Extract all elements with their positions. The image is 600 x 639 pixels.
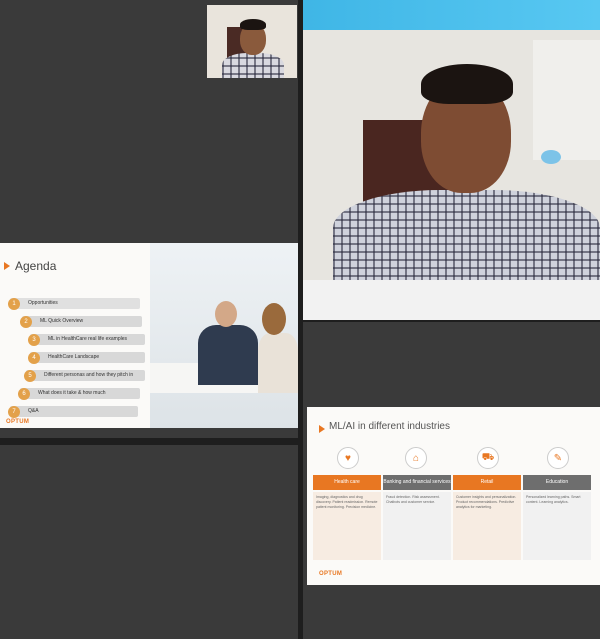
agenda-num-2: 2 — [20, 316, 32, 328]
video-tile-bottom-left[interactable] — [0, 445, 298, 639]
bank-icon: ⌂ — [405, 447, 427, 469]
background-window — [533, 40, 600, 160]
video-tile-top-left[interactable] — [0, 0, 298, 233]
gap-strip — [303, 280, 600, 320]
agenda-item-5: Different personas and how they pitch in — [26, 370, 145, 381]
column-education: Education — [523, 475, 591, 490]
column-health-care-body: Imaging, diagnostics and drug discovery.… — [313, 492, 381, 560]
column-banking-body: Fraud detection. Risk assessment. Chatbo… — [383, 492, 451, 560]
shared-screen-industries[interactable]: ML/AI in different industries ♥ ⌂ ⛟ ✎ He… — [303, 322, 600, 639]
agenda-item-6: What does it take & how much — [20, 388, 140, 399]
column-education-body: Personalized learning paths. Smart conte… — [523, 492, 591, 560]
agenda-num-5: 5 — [24, 370, 36, 382]
column-health-care: Health care — [313, 475, 381, 490]
wall-decoration — [541, 150, 561, 164]
video-tile-top-right[interactable] — [303, 0, 600, 280]
heart-icon: ♥ — [337, 447, 359, 469]
agenda-num-3: 3 — [28, 334, 40, 346]
shared-screen-agenda[interactable]: Agenda Opportunities 1 ML Quick Overview… — [0, 233, 298, 438]
cart-icon: ⛟ — [477, 447, 499, 469]
agenda-num-7: 7 — [8, 406, 20, 418]
person-shirt — [333, 190, 600, 280]
column-retail-body: Customer insights and personalization. P… — [453, 492, 521, 560]
agenda-item-2: ML Quick Overview — [22, 316, 142, 327]
column-retail: Retail — [453, 475, 521, 490]
optum-logo: OPTUM — [6, 419, 30, 425]
title-arrow-icon — [319, 425, 325, 433]
agenda-num-6: 6 — [18, 388, 30, 400]
title-arrow-icon — [4, 262, 10, 270]
industries-slide: ML/AI in different industries ♥ ⌂ ⛟ ✎ He… — [307, 407, 600, 585]
agenda-item-1: Opportunities — [10, 298, 140, 309]
agenda-item-4: HealthCare Landscape — [30, 352, 145, 363]
agenda-item-3: ML in HealthCare real life examples — [30, 334, 145, 345]
meeting-photo — [150, 243, 298, 428]
photo-person-head — [215, 301, 237, 327]
self-view-thumbnail[interactable] — [207, 5, 297, 78]
column-banking: Banking and financial services — [383, 475, 451, 490]
person-hair — [240, 19, 266, 30]
agenda-num-4: 4 — [28, 352, 40, 364]
agenda-title: Agenda — [15, 259, 57, 273]
education-icon: ✎ — [547, 447, 569, 469]
photo-person-woman — [258, 333, 298, 393]
window-top-bar — [303, 0, 600, 30]
optum-logo: OPTUM — [319, 571, 343, 577]
industries-title: ML/AI in different industries — [329, 421, 450, 432]
agenda-item-7: Q&A — [10, 406, 138, 417]
agenda-num-1: 1 — [8, 298, 20, 310]
photo-woman-hair — [262, 303, 286, 335]
photo-person-suit — [198, 325, 258, 385]
person-shirt — [222, 53, 284, 78]
agenda-slide: Agenda Opportunities 1 ML Quick Overview… — [0, 243, 298, 428]
person-hair — [421, 64, 513, 104]
